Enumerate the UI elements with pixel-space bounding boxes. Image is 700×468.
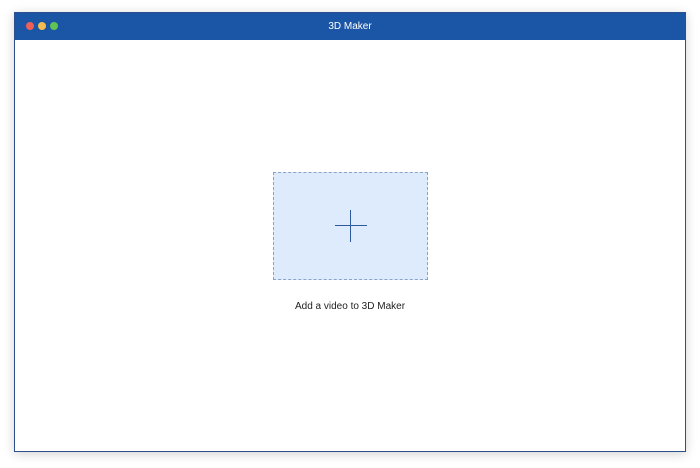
main-content: Add a video to 3D Maker <box>15 40 685 451</box>
title-bar[interactable]: 3D Maker <box>15 13 685 40</box>
plus-icon <box>335 210 367 242</box>
app-window: 3D Maker Add a video to 3D Maker <box>14 12 686 452</box>
add-video-dropzone[interactable] <box>273 172 428 280</box>
window-title: 3D Maker <box>328 21 372 32</box>
add-video-caption: Add a video to 3D Maker <box>294 301 406 312</box>
